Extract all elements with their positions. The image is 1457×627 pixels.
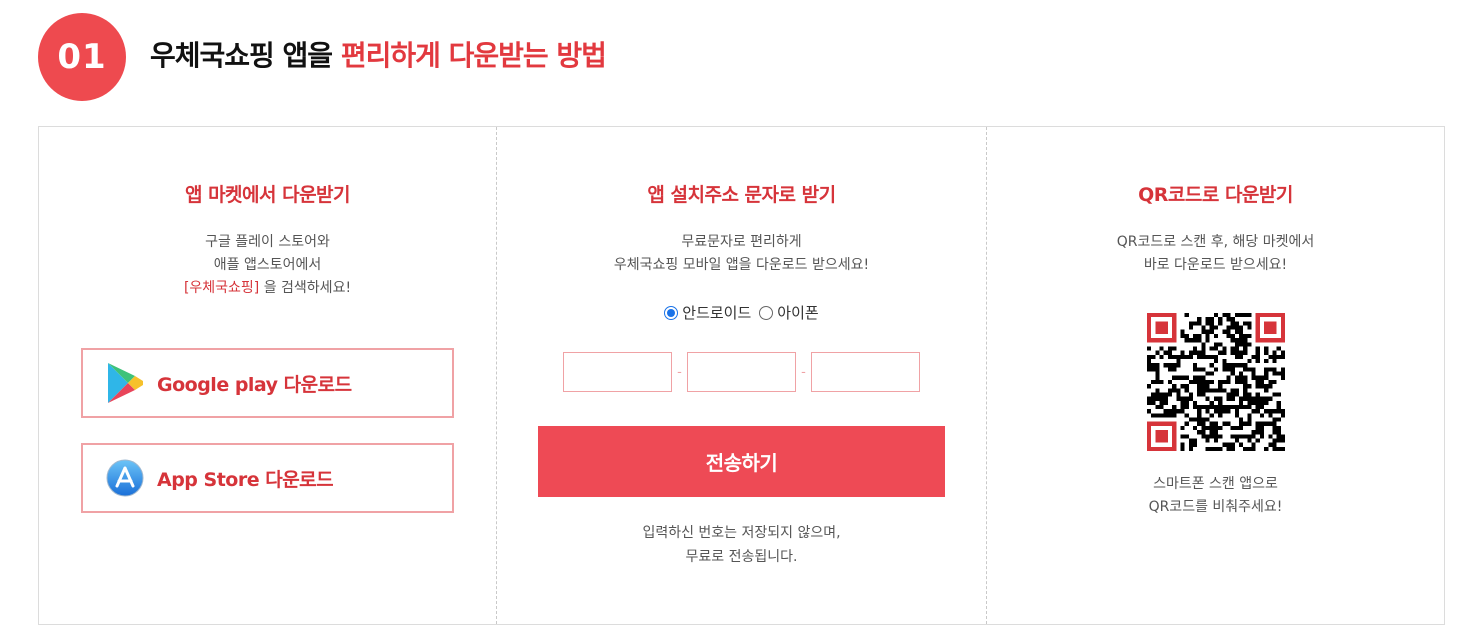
app-store-download-button[interactable]: App Store 다운로드	[81, 443, 454, 513]
qr-footer-line: 스마트폰 스캔 앱으로	[1153, 476, 1278, 492]
radio-option-android[interactable]: 안드로이드	[664, 302, 751, 323]
sms-notice: 입력하신 번호는 저장되지 않으며, 무료로 전송됩니다.	[497, 521, 986, 569]
google-play-button-label: Google play 다운로드	[157, 373, 352, 396]
qr-footer-line: QR코드를 비춰주세요!	[1148, 499, 1283, 515]
qr-desc-line: 바로 다운로드 받으세요!	[1143, 257, 1288, 273]
sms-notice-line: 입력하신 번호는 저장되지 않으며,	[642, 525, 841, 541]
phone-part1-input[interactable]	[563, 352, 672, 392]
download-methods-panel: 앱 마켓에서 다운받기 구글 플레이 스토어와 애플 앱스토어에서 [우체국쇼핑…	[38, 126, 1445, 625]
search-instruction: 을 검색하세요!	[259, 280, 352, 296]
qr-code-image	[1147, 313, 1285, 451]
os-radio-group: 안드로이드 아이폰	[497, 302, 986, 323]
phone-separator: -	[677, 364, 682, 380]
search-keyword: [우체국쇼핑]	[183, 280, 260, 296]
page-title: 우체국쇼핑 앱을 편리하게 다운받는 방법	[150, 34, 607, 74]
app-market-section: 앱 마켓에서 다운받기 구글 플레이 스토어와 애플 앱스토어에서 [우체국쇼핑…	[39, 127, 497, 624]
qr-description: QR코드로 스캔 후, 해당 마켓에서 바로 다운로드 받으세요!	[987, 231, 1444, 277]
qr-title: QR코드로 다운받기	[1138, 184, 1293, 206]
phone-number-fields: - -	[563, 352, 920, 392]
sms-desc-line: 우체국쇼핑 모바일 앱을 다운로드 받으세요!	[613, 257, 870, 273]
phone-part2-input[interactable]	[687, 352, 796, 392]
sms-section: 앱 설치주소 문자로 받기 무료문자로 편리하게 우체국쇼핑 모바일 앱을 다운…	[497, 127, 987, 624]
radio-option-iphone[interactable]: 아이폰	[759, 302, 819, 323]
app-store-button-label: App Store 다운로드	[157, 468, 334, 491]
send-button[interactable]: 전송하기	[538, 426, 945, 497]
app-store-icon	[105, 458, 145, 498]
page-title-accent: 편리하게 다운받는 방법	[340, 39, 607, 72]
sms-title: 앱 설치주소 문자로 받기	[647, 184, 836, 206]
phone-part3-input[interactable]	[811, 352, 920, 392]
app-market-desc-line: 애플 앱스토어에서	[213, 257, 322, 273]
google-play-icon	[105, 363, 145, 403]
iphone-radio[interactable]	[759, 305, 774, 320]
step-number-badge: 01	[38, 13, 126, 101]
page-title-plain: 우체국쇼핑 앱을	[150, 39, 341, 72]
sms-notice-line: 무료로 전송됩니다.	[685, 549, 798, 565]
qr-desc-line: QR코드로 스캔 후, 해당 마켓에서	[1116, 234, 1315, 250]
sms-desc-line: 무료문자로 편리하게	[681, 234, 802, 250]
app-market-desc-line: [우체국쇼핑] 을 검색하세요!	[39, 277, 496, 300]
sms-description: 무료문자로 편리하게 우체국쇼핑 모바일 앱을 다운로드 받으세요!	[497, 231, 986, 277]
google-play-download-button[interactable]: Google play 다운로드	[81, 348, 454, 418]
app-market-title: 앱 마켓에서 다운받기	[184, 184, 351, 206]
qr-section: QR코드로 다운받기 QR코드로 스캔 후, 해당 마켓에서 바로 다운로드 받…	[987, 127, 1444, 624]
app-market-desc-line: 구글 플레이 스토어와	[205, 234, 330, 250]
app-market-description: 구글 플레이 스토어와 애플 앱스토어에서 [우체국쇼핑] 을 검색하세요!	[39, 231, 496, 300]
iphone-radio-label: 아이폰	[777, 304, 819, 322]
android-radio-label: 안드로이드	[682, 304, 752, 322]
qr-footer-text: 스마트폰 스캔 앱으로 QR코드를 비춰주세요!	[987, 473, 1444, 519]
android-radio[interactable]	[664, 305, 679, 320]
phone-separator: -	[801, 364, 806, 380]
